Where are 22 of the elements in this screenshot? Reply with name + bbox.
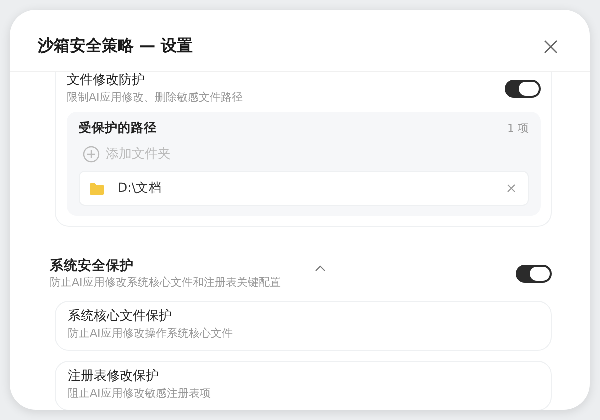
setting-title: 文件修改防护 bbox=[67, 72, 146, 90]
setting-description: 限制AI应用修改、删除敏感文件路径 bbox=[67, 90, 244, 106]
chevron-icon bbox=[315, 265, 326, 272]
section-description: 防止AI应用修改系统核心文件和注册表关键配置 bbox=[50, 275, 282, 291]
dialog-title: 沙箱安全策略 — 设置 bbox=[38, 36, 194, 57]
setting-title: 系统核心文件保护 bbox=[68, 308, 173, 326]
toggle-switch[interactable] bbox=[505, 80, 541, 98]
close-button[interactable] bbox=[542, 38, 560, 56]
toggle-switch[interactable] bbox=[516, 265, 552, 283]
remove-button[interactable] bbox=[507, 184, 516, 193]
setting-description: 防止AI应用修改操作系统核心文件 bbox=[68, 326, 234, 342]
path-text: D:\文档 bbox=[118, 180, 164, 197]
section-heading: 受保护的路径 bbox=[79, 120, 157, 137]
close-icon bbox=[507, 184, 516, 193]
plus-icon bbox=[83, 146, 100, 162]
item-count: 1 项 bbox=[508, 121, 529, 136]
close-icon bbox=[544, 40, 558, 54]
section-title: 系统安全保护 bbox=[50, 257, 135, 275]
folder-icon bbox=[90, 182, 104, 194]
collapse-button[interactable] bbox=[315, 265, 326, 272]
setting-title: 注册表修改保护 bbox=[68, 368, 160, 386]
setting-description: 阻止AI应用修改敏感注册表项 bbox=[68, 386, 212, 402]
